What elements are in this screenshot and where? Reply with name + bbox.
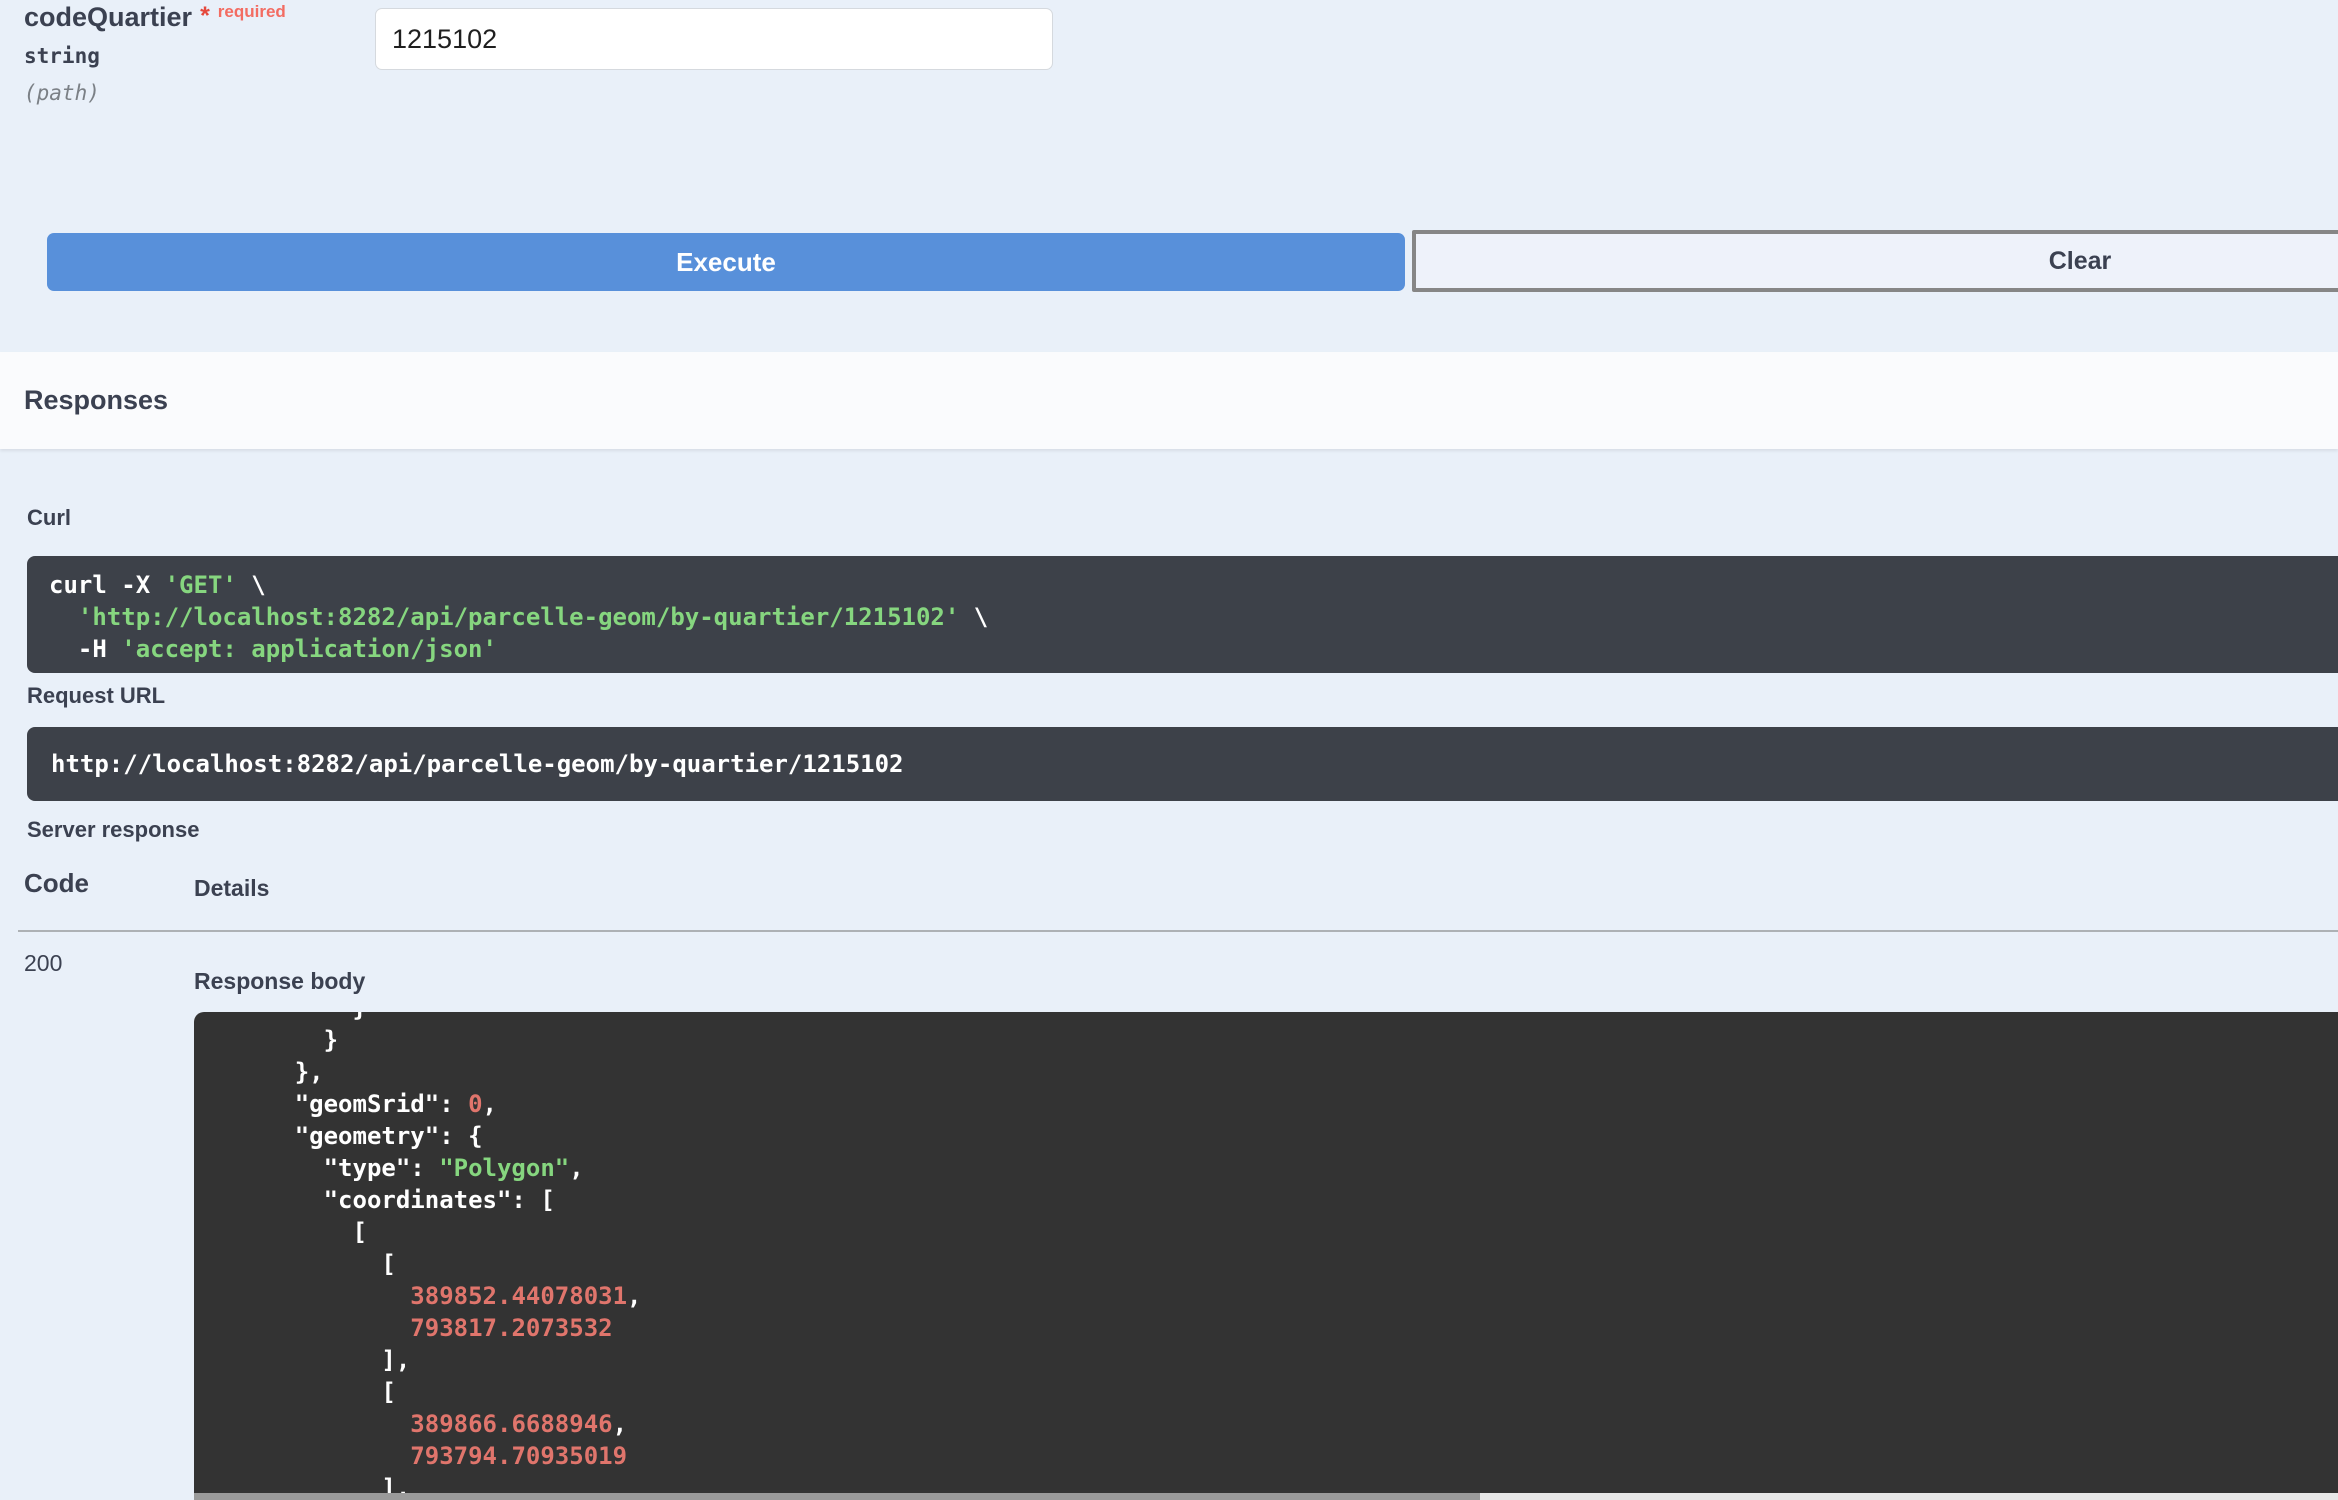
curl-label: Curl <box>27 505 71 530</box>
response-body-block: } } }, "geomSrid": 0, "geometry": { "typ… <box>194 1012 2338 1500</box>
table-divider <box>18 930 2338 932</box>
server-response-label: Server response <box>27 817 200 842</box>
responses-title: Responses <box>24 385 169 415</box>
status-code: 200 <box>24 950 63 976</box>
horizontal-scrollbar[interactable] <box>194 1493 2338 1500</box>
code-column-header: Code <box>24 868 89 898</box>
parameter-location: (path) <box>24 81 100 105</box>
details-column-header: Details <box>194 875 270 901</box>
response-body-json: } } }, "geomSrid": 0, "geometry": { "typ… <box>208 1012 642 1500</box>
curl-command-block: curl -X 'GET' \ 'http://localhost:8282/a… <box>27 556 2338 673</box>
codeQuartier-input[interactable] <box>375 8 1053 70</box>
request-url-label: Request URL <box>27 683 166 708</box>
request-url-value: http://localhost:8282/api/parcelle-geom/… <box>51 750 904 778</box>
scrollbar-thumb[interactable] <box>194 1493 1480 1500</box>
parameter-meta: codeQuartier * required string (path) <box>24 2 286 105</box>
parameter-type: string <box>24 44 100 68</box>
required-star-icon: * <box>200 2 210 30</box>
parameter-name: codeQuartier <box>24 2 193 32</box>
parameter-name-row: codeQuartier * required <box>24 2 286 33</box>
required-label: required <box>217 2 286 21</box>
api-operation-panel: codeQuartier* required string (path) Exec… <box>0 0 2338 1500</box>
responses-section-header: Responses <box>0 352 2338 449</box>
clear-button[interactable]: Clear <box>1412 230 2338 292</box>
response-body-label: Response body <box>194 968 366 994</box>
execute-button[interactable]: Execute <box>47 233 1405 291</box>
request-url-block: http://localhost:8282/api/parcelle-geom/… <box>27 727 2338 801</box>
